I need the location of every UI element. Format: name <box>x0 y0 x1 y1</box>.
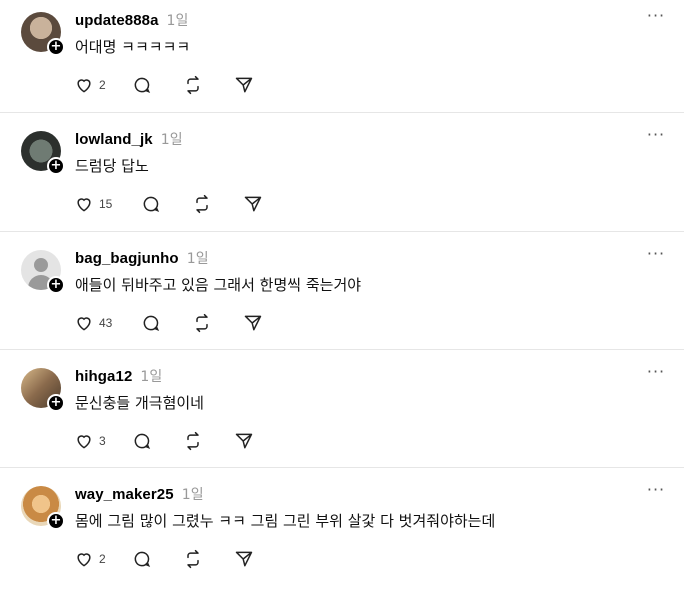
post-text: 몸에 그림 많이 그렸누 ㅋㅋ 그림 그린 부위 살갗 다 벗겨줘야하는데 <box>75 512 496 530</box>
repost-icon <box>196 313 208 333</box>
share-button[interactable] <box>234 75 254 95</box>
reply-button[interactable] <box>132 549 152 569</box>
like-count: 2 <box>99 552 106 566</box>
like-button[interactable]: 3 <box>74 431 106 451</box>
reply-button[interactable] <box>141 313 161 333</box>
repost-button[interactable] <box>192 194 212 214</box>
comment-icon <box>143 196 160 213</box>
send-icon <box>244 315 262 331</box>
heart-icon <box>77 317 91 331</box>
timestamp: 1일 <box>160 132 183 148</box>
post: + lowland_jk 1일 ··· 드럼당 답노 15 <box>0 119 684 237</box>
heart-icon <box>77 435 91 449</box>
avatar[interactable]: + <box>21 131 65 175</box>
post-text: 애들이 뒤바주고 있음 그래서 한명씩 죽는거야 <box>75 276 362 294</box>
divider <box>0 112 684 113</box>
like-button[interactable]: 2 <box>74 549 106 569</box>
avatar[interactable]: + <box>21 486 65 530</box>
send-icon <box>235 77 253 93</box>
more-options-icon[interactable]: ··· <box>646 246 666 262</box>
more-options-icon[interactable]: ··· <box>646 364 666 380</box>
reply-button[interactable] <box>132 431 152 451</box>
post: + way_maker25 1일 ··· 몸에 그림 많이 그렸누 ㅋㅋ 그림 그… <box>0 474 684 592</box>
heart-icon <box>77 198 91 212</box>
username[interactable]: bag_bagjunho 1일 <box>75 248 209 268</box>
repost-icon <box>187 549 199 569</box>
heart-icon <box>77 79 91 93</box>
comment-icon <box>134 551 151 568</box>
follow-plus-icon[interactable]: + <box>47 512 65 530</box>
follow-plus-icon[interactable]: + <box>47 38 65 56</box>
share-button[interactable] <box>243 194 263 214</box>
more-options-icon[interactable]: ··· <box>646 8 666 24</box>
post: + update888a 1일 ··· 어대명 ㅋㅋㅋㅋㅋ 2 <box>0 0 684 118</box>
divider <box>0 349 684 350</box>
username[interactable]: update888a 1일 <box>75 10 189 30</box>
repost-button[interactable] <box>183 75 203 95</box>
like-count: 43 <box>99 316 113 330</box>
comment-icon <box>134 433 151 450</box>
like-button[interactable]: 15 <box>74 194 112 214</box>
avatar[interactable]: + <box>21 250 65 294</box>
share-button[interactable] <box>234 431 254 451</box>
repost-icon <box>187 75 199 95</box>
username[interactable]: hihga12 1일 <box>75 366 162 386</box>
timestamp: 1일 <box>181 487 204 503</box>
follow-plus-icon[interactable]: + <box>47 157 65 175</box>
repost-button[interactable] <box>192 313 212 333</box>
timestamp: 1일 <box>166 13 189 29</box>
share-button[interactable] <box>243 313 263 333</box>
heart-icon <box>77 553 91 567</box>
repost-button[interactable] <box>183 431 203 451</box>
repost-button[interactable] <box>183 549 203 569</box>
repost-icon <box>196 194 208 214</box>
username[interactable]: way_maker25 1일 <box>75 484 204 504</box>
username[interactable]: lowland_jk 1일 <box>75 129 183 149</box>
share-button[interactable] <box>234 549 254 569</box>
like-button[interactable]: 2 <box>74 75 106 95</box>
post-text: 문신충들 개극혐이네 <box>75 394 204 412</box>
comment-icon <box>143 315 160 332</box>
like-button[interactable]: 43 <box>74 313 112 333</box>
reply-button[interactable] <box>141 194 161 214</box>
post: + bag_bagjunho 1일 ··· 애들이 뒤바주고 있음 그래서 한명씩… <box>0 238 684 356</box>
reply-button[interactable] <box>132 75 152 95</box>
send-icon <box>244 196 262 212</box>
comment-icon <box>134 77 151 94</box>
divider <box>0 231 684 232</box>
divider <box>0 467 684 468</box>
timestamp: 1일 <box>140 369 163 385</box>
reply-feed: + update888a 1일 ··· 어대명 ㅋㅋㅋㅋㅋ 2 + lowlan… <box>0 0 684 579</box>
more-options-icon[interactable]: ··· <box>646 127 666 143</box>
timestamp: 1일 <box>186 251 209 267</box>
like-count: 15 <box>99 197 113 211</box>
more-options-icon[interactable]: ··· <box>646 482 666 498</box>
post-text: 드럼당 답노 <box>75 157 149 175</box>
like-count: 2 <box>99 78 106 92</box>
like-count: 3 <box>99 434 106 448</box>
avatar[interactable]: + <box>21 12 65 56</box>
follow-plus-icon[interactable]: + <box>47 394 65 412</box>
send-icon <box>235 433 253 449</box>
avatar[interactable]: + <box>21 368 65 412</box>
post: + hihga12 1일 ··· 문신충들 개극혐이네 3 <box>0 356 684 474</box>
follow-plus-icon[interactable]: + <box>47 276 65 294</box>
repost-icon <box>187 431 199 451</box>
post-text: 어대명 ㅋㅋㅋㅋㅋ <box>75 38 191 56</box>
send-icon <box>235 551 253 567</box>
